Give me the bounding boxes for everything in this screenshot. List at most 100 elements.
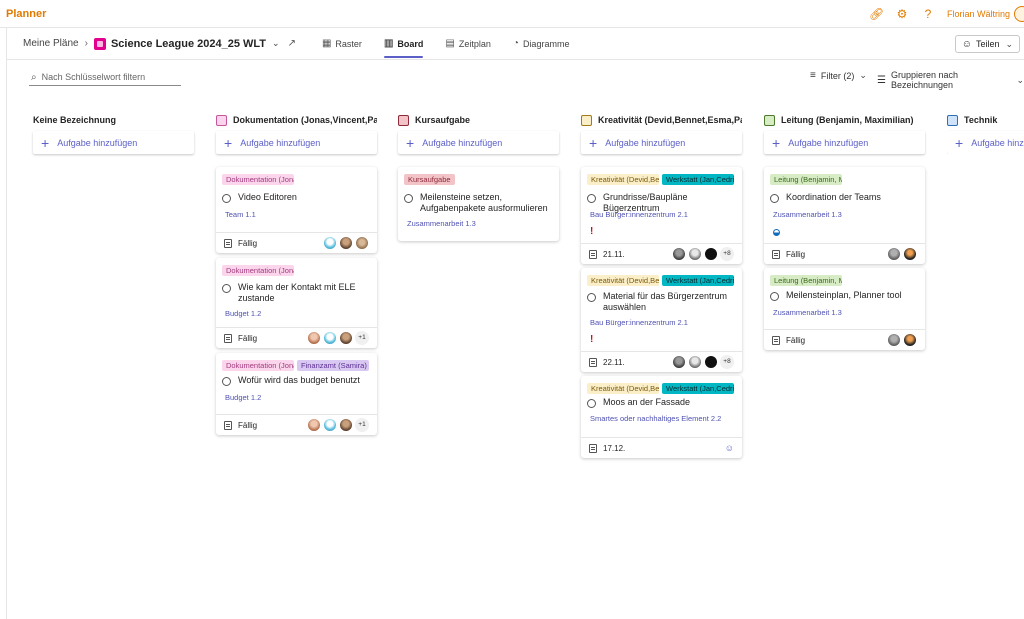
chevron-right-icon: › <box>84 38 88 49</box>
task-card[interactable]: Kreativität (Devid,Bennet... Werkstatt (… <box>581 268 742 372</box>
tab-board[interactable]: ▥ Board <box>383 28 424 60</box>
complete-checkbox[interactable] <box>222 377 231 386</box>
title-row: Meilensteine setzen, Aufgabenpakete ausf… <box>404 192 550 214</box>
calendar-icon <box>772 249 780 259</box>
add-task-button[interactable]: + Aufgabe hinzufügen <box>398 131 559 154</box>
app-title[interactable]: Planner <box>6 8 46 20</box>
assignee-avatars[interactable]: +8 <box>670 247 734 261</box>
breadcrumb-my-plans[interactable]: Meine Pläne <box>23 38 79 49</box>
complete-checkbox[interactable] <box>222 194 231 203</box>
gear-icon[interactable]: ⚙ <box>895 7 909 21</box>
task-card[interactable]: Dokumentation (Jonas... Video Editoren T… <box>216 167 377 253</box>
share-button[interactable]: ☺ Teilen ⌄ <box>954 35 1020 53</box>
column-header[interactable]: Leitung (Benjamin, Maximilian) <box>764 110 925 130</box>
task-card[interactable]: Dokumentation (Jonas... Finanzamt (Samir… <box>216 353 377 435</box>
complete-checkbox[interactable] <box>222 284 231 293</box>
plus-icon: + <box>41 134 50 151</box>
tab-raster[interactable]: ▦ Raster <box>322 28 362 60</box>
filter-row: ⌕ ≡ Filter (2) ⌄ ☰ Gruppieren nach Bezei… <box>7 61 1024 91</box>
avatar <box>887 247 901 261</box>
add-task-button[interactable]: + Aufgabe hinzufügen <box>216 131 377 154</box>
card-labels: Kreativität (Devid,Bennet... Werkstatt (… <box>587 383 737 394</box>
column-header[interactable]: Dokumentation (Jonas,Vincent,Paul) <box>216 110 377 130</box>
pin-icon[interactable]: ↗ <box>288 38 296 49</box>
due-date: 22.11. <box>603 357 625 367</box>
chevron-down-icon[interactable]: ⌄ <box>272 38 280 49</box>
group-by-button[interactable]: ☰ Gruppieren nach Bezeichnungen ⌄ <box>877 70 1024 90</box>
plus-icon: + <box>955 134 964 151</box>
bucket-color-swatch <box>581 114 592 126</box>
calendar-icon <box>589 249 597 259</box>
complete-checkbox[interactable] <box>404 194 413 203</box>
help-icon[interactable]: ? <box>921 7 935 21</box>
user-name[interactable]: Florian Wältring <box>947 9 1010 19</box>
avatar <box>307 418 321 432</box>
search-input[interactable] <box>41 72 172 82</box>
complete-checkbox[interactable] <box>587 194 596 203</box>
title-row: Koordination der Teams <box>770 192 916 203</box>
column-technik: Technik + Aufgabe hinzufügen <box>947 110 1024 154</box>
calendar-icon <box>772 335 780 345</box>
assignee-avatars[interactable]: +8 <box>670 355 734 369</box>
label-kreativitaet: Kreativität (Devid,Bennet... <box>587 275 659 286</box>
chevron-down-icon: ⌄ <box>1016 74 1024 85</box>
label-dokumentation: Dokumentation (Jonas... <box>222 265 294 276</box>
task-title: Wofür wird das budget benutzt <box>238 375 360 385</box>
tab-diagramme[interactable]: ◔ Diagramme <box>513 28 570 60</box>
avatar <box>339 236 353 250</box>
tab-zeitplan[interactable]: ▤ Zeitplan <box>445 28 490 60</box>
card-labels: Leitung (Benjamin, Maximilian) <box>770 275 845 286</box>
label-kreativitaet: Kreativität (Devid,Bennet... <box>587 383 659 394</box>
add-task-button[interactable]: + Aufgabe hinzufügen <box>581 131 742 154</box>
complete-checkbox[interactable] <box>587 399 596 408</box>
calendar-icon <box>224 238 232 248</box>
complete-checkbox[interactable] <box>770 194 779 203</box>
task-card[interactable]: Kreativität (Devid,Bennet... Werkstatt (… <box>581 167 742 264</box>
task-card[interactable]: Kursaufgabe Meilensteine setzen, Aufgabe… <box>398 167 559 241</box>
assignee-avatars[interactable] <box>321 236 369 250</box>
add-task-button[interactable]: + Aufgabe hinzufügen <box>947 131 1024 154</box>
plus-icon: + <box>406 134 415 151</box>
more-assignees-count: +8 <box>720 355 734 369</box>
calendar-icon <box>589 357 597 367</box>
title-row: Meilensteinplan, Planner tool <box>770 290 916 301</box>
priority-important-icon: ! <box>590 334 594 345</box>
title-row: Video Editoren <box>222 192 368 203</box>
task-card[interactable]: Dokumentation (Jonas... Wie kam der Kont… <box>216 258 377 348</box>
avatar <box>339 418 353 432</box>
complete-checkbox[interactable] <box>587 293 596 302</box>
user-avatar[interactable] <box>1014 6 1024 22</box>
column-header[interactable]: Keine Bezeichnung <box>33 110 194 130</box>
more-assignees-count: +1 <box>355 418 369 432</box>
avatar <box>688 355 702 369</box>
column-leitung: Leitung (Benjamin, Maximilian) + Aufgabe… <box>764 110 925 350</box>
due-date: Fällig <box>238 238 258 248</box>
card-labels: Kursaufgabe <box>404 174 458 185</box>
task-title: Material für das Bürgerzentrum auswählen <box>603 291 728 312</box>
plan-title[interactable]: Science League 2024_25 WLT <box>111 38 266 50</box>
plus-icon: + <box>772 134 781 151</box>
search-box[interactable]: ⌕ <box>29 69 181 86</box>
column-header[interactable]: Kursaufgabe <box>398 110 559 130</box>
add-task-button[interactable]: + Aufgabe hinzufügen <box>33 131 194 154</box>
task-card[interactable]: Leitung (Benjamin, Maximilian) Meilenste… <box>764 268 925 350</box>
filter-button[interactable]: ≡ Filter (2) ⌄ <box>810 70 867 81</box>
assignee-avatars[interactable] <box>885 247 917 261</box>
chevron-down-icon: ⌄ <box>859 70 867 80</box>
link-icon[interactable]: 🔗︎ <box>869 7 884 21</box>
card-footer: 22.11. +8 <box>581 351 742 372</box>
task-card[interactable]: Kreativität (Devid,Bennet... Werkstatt (… <box>581 376 742 458</box>
column-header[interactable]: Kreativität (Devid,Bennet,Esma,Paul) <box>581 110 742 130</box>
add-task-button[interactable]: + Aufgabe hinzufügen <box>764 131 925 154</box>
assignee-avatars[interactable]: +1 <box>305 331 369 345</box>
assign-person-icon[interactable]: ☺ <box>725 443 734 453</box>
avatar <box>339 331 353 345</box>
task-card[interactable]: Leitung (Benjamin, Maximilian) Koordinat… <box>764 167 925 264</box>
assignee-avatars[interactable] <box>885 333 917 347</box>
column-header[interactable]: Technik <box>947 110 1024 130</box>
assignee-avatars[interactable]: +1 <box>305 418 369 432</box>
complete-checkbox[interactable] <box>770 292 779 301</box>
card-footer: 17.12. ☺ <box>581 437 742 458</box>
priority-important-icon: ! <box>590 226 594 237</box>
in-progress-icon <box>773 229 780 236</box>
